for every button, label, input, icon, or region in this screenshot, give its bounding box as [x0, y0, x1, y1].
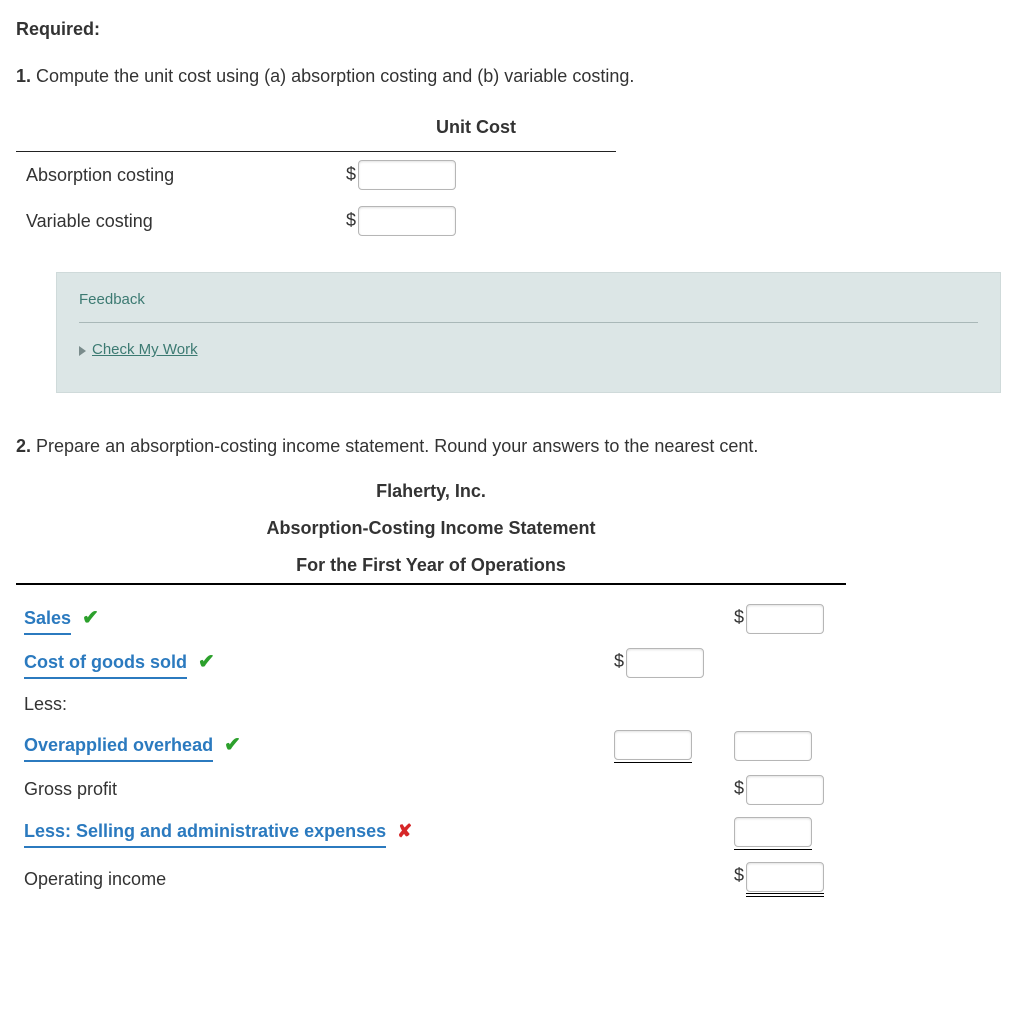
overapplied-input-b[interactable] — [734, 731, 812, 761]
table-row: Operating income $ — [16, 856, 846, 903]
q1-text: Compute the unit cost using (a) absorpti… — [36, 66, 634, 86]
gross-profit-input[interactable] — [746, 775, 824, 805]
q2-number: 2. — [16, 436, 31, 456]
overapplied-label[interactable]: Overapplied overhead — [24, 732, 213, 762]
table-row: Less: Selling and administrative expense… — [16, 811, 846, 856]
dollar-sign: $ — [346, 161, 356, 188]
check-my-work-link[interactable]: Check My Work — [79, 339, 198, 362]
operating-income-input[interactable] — [746, 862, 824, 892]
q1-number: 1. — [16, 66, 31, 86]
table-row: Cost of goods sold ✔ $ — [16, 641, 846, 685]
dollar-sign: $ — [734, 862, 744, 889]
question-1: 1. Compute the unit cost using (a) absor… — [16, 63, 1001, 90]
x-icon: ✘ — [397, 818, 412, 845]
dollar-sign: $ — [614, 648, 624, 675]
table-row: Sales ✔ $ — [16, 597, 846, 641]
table-row: Gross profit $ — [16, 769, 846, 811]
required-heading: Required: — [16, 16, 1001, 43]
table-row: Variable costing $ — [16, 198, 616, 244]
absorption-cost-input[interactable] — [358, 160, 456, 190]
sales-input[interactable] — [746, 604, 824, 634]
dollar-sign: $ — [734, 775, 744, 802]
dollar-sign: $ — [346, 207, 356, 234]
check-icon: ✔ — [198, 647, 215, 677]
variable-cost-input[interactable] — [358, 206, 456, 236]
table-row: Overapplied overhead ✔ — [16, 724, 846, 769]
feedback-title: Feedback — [79, 289, 978, 323]
unit-cost-header: Unit Cost — [336, 108, 616, 152]
stmt-period: For the First Year of Operations — [16, 552, 846, 579]
operating-income-label: Operating income — [16, 856, 606, 903]
absorption-label: Absorption costing — [16, 152, 336, 199]
variable-label: Variable costing — [16, 198, 336, 244]
table-row: Absorption costing $ — [16, 152, 616, 199]
less-label: Less: — [16, 685, 606, 724]
stmt-company: Flaherty, Inc. — [16, 478, 846, 505]
sga-input[interactable] — [734, 817, 812, 847]
gross-profit-label: Gross profit — [16, 769, 606, 811]
income-statement-table: Sales ✔ $ Cost of goods sold ✔ $ Less: — [16, 583, 846, 903]
table-row: Less: — [16, 685, 846, 724]
cogs-input[interactable] — [626, 648, 704, 678]
check-my-work-label: Check My Work — [92, 339, 198, 362]
stmt-title: Absorption-Costing Income Statement — [16, 515, 846, 542]
dollar-sign: $ — [734, 604, 744, 631]
check-icon: ✔ — [224, 730, 241, 760]
overapplied-input-a[interactable] — [614, 730, 692, 760]
q2-text: Prepare an absorption-costing income sta… — [36, 436, 758, 456]
check-icon: ✔ — [82, 603, 99, 633]
feedback-panel: Feedback Check My Work — [56, 272, 1001, 393]
unit-cost-table: Unit Cost Absorption costing $ Variable … — [16, 108, 616, 244]
question-2: 2. Prepare an absorption-costing income … — [16, 433, 1001, 460]
triangle-right-icon — [79, 346, 86, 356]
sga-label[interactable]: Less: Selling and administrative expense… — [24, 818, 386, 848]
sales-label[interactable]: Sales — [24, 605, 71, 635]
cogs-label[interactable]: Cost of goods sold — [24, 649, 187, 679]
